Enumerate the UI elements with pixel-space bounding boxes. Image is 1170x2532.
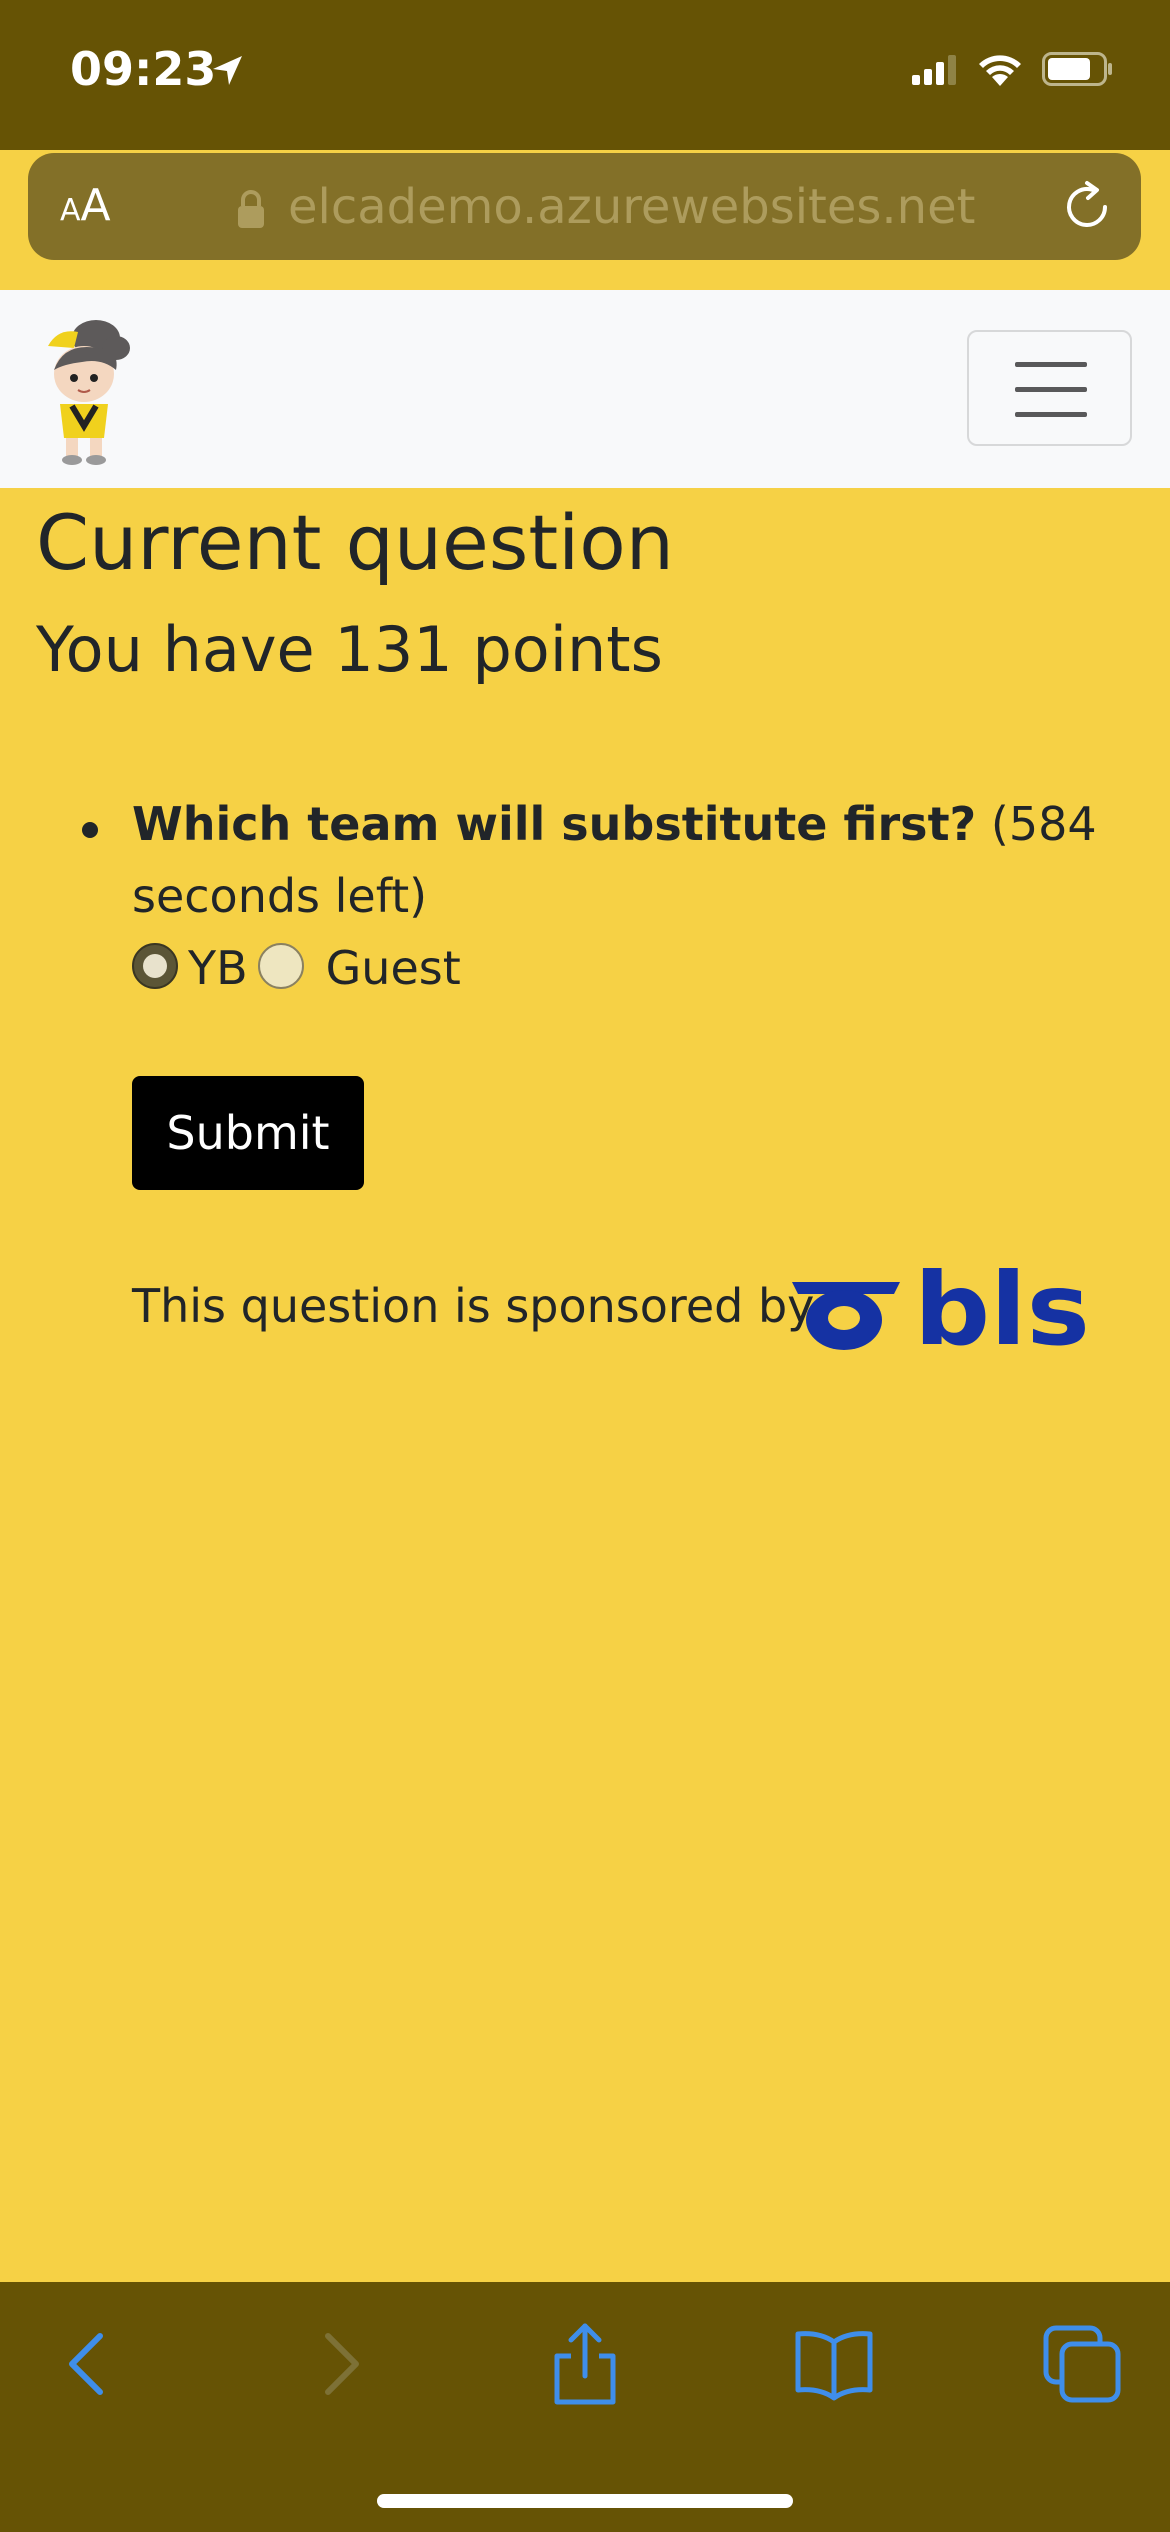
status-icons	[912, 52, 1114, 86]
lock-icon	[238, 190, 264, 228]
url-text[interactable]: elcademo.azurewebsites.net	[288, 179, 975, 235]
navbar-toggler-button[interactable]	[967, 330, 1132, 446]
back-icon[interactable]	[46, 2322, 130, 2406]
hamburger-icon	[1015, 412, 1087, 417]
status-bar: 09:23	[0, 0, 1170, 150]
points-heading: You have 131 points	[36, 613, 663, 686]
list-bullet	[82, 822, 98, 838]
option-label-yb: YB	[188, 941, 248, 995]
share-icon[interactable]	[543, 2322, 627, 2406]
question-item: Which team will substitute first? (584 s…	[132, 788, 1132, 932]
address-bar[interactable]: AA elcademo.azurewebsites.net	[28, 153, 1141, 260]
text-size-large-label: A	[80, 180, 111, 231]
page-title: Current question	[36, 498, 674, 587]
hamburger-icon	[1015, 387, 1087, 392]
option-label-guest: Guest	[325, 941, 461, 995]
hamburger-icon	[1015, 362, 1087, 367]
location-arrow-icon	[213, 56, 242, 85]
browser-toolbar	[0, 2282, 1170, 2532]
signal-icon	[912, 55, 956, 85]
answer-options: YB Guest	[132, 932, 461, 1004]
battery-icon	[1042, 52, 1112, 86]
tabs-icon[interactable]	[1040, 2322, 1124, 2406]
bookmarks-icon[interactable]	[792, 2322, 876, 2406]
text-size-small-label: A	[60, 193, 81, 228]
home-indicator[interactable]	[377, 2494, 793, 2508]
reload-icon[interactable]	[1059, 179, 1115, 235]
radio-option-yb[interactable]	[132, 943, 178, 989]
mascot-logo[interactable]	[38, 318, 142, 466]
sponsor-logo-wordmark: bls	[914, 1260, 1090, 1356]
site-navbar	[0, 290, 1170, 488]
sponsor-text: This question is sponsored by	[132, 1279, 815, 1333]
question-text: Which team will substitute first?	[132, 797, 977, 851]
wifi-icon	[979, 55, 1021, 86]
text-size-button[interactable]: AA	[60, 179, 111, 238]
status-time: 09:23	[70, 42, 217, 96]
bls-sponsor-logo[interactable]: bls	[790, 1260, 1094, 1356]
radio-option-guest[interactable]	[257, 943, 304, 989]
submit-button[interactable]: Submit	[132, 1076, 364, 1190]
forward-icon[interactable]	[298, 2322, 382, 2406]
